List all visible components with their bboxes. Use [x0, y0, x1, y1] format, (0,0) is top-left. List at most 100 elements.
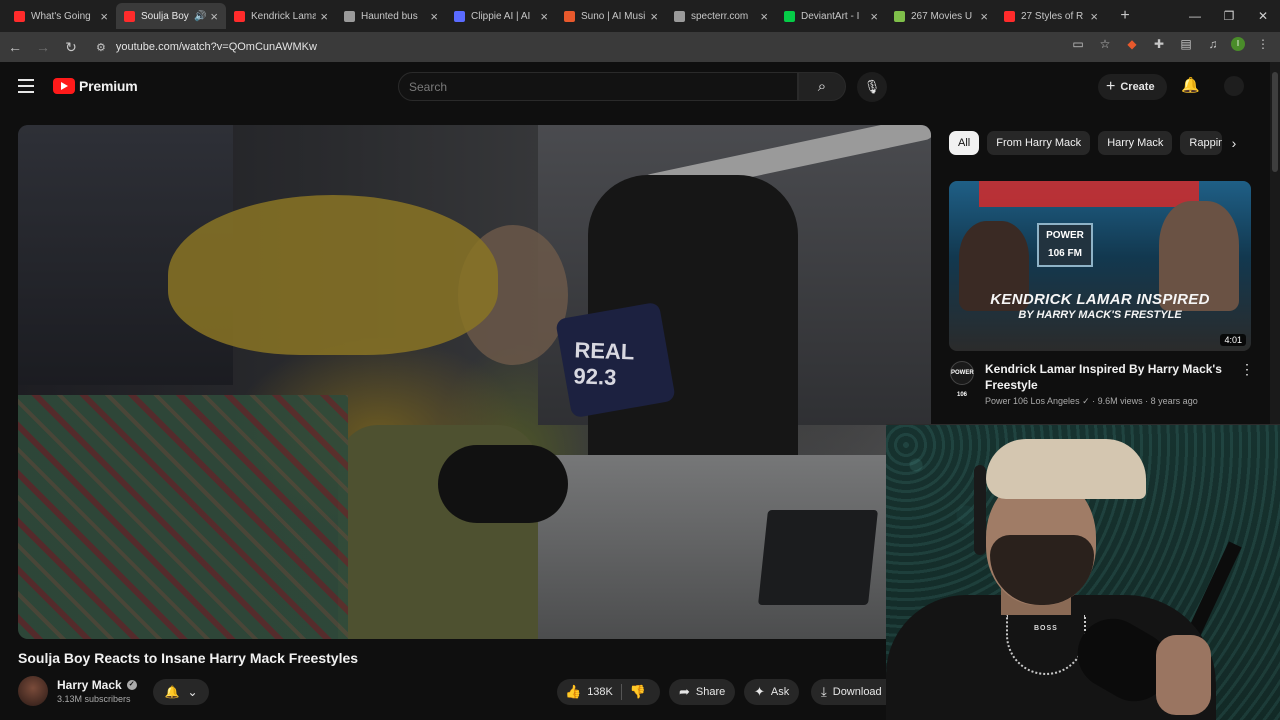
filter-chip[interactable]: Rappin: [1180, 131, 1223, 155]
cast-icon[interactable]: ▭: [1069, 37, 1087, 51]
media-controls-icon[interactable]: ♫: [1204, 37, 1222, 51]
minimize-icon[interactable]: —: [1178, 9, 1212, 23]
extensions-puzzle-icon[interactable]: ✚: [1150, 37, 1168, 51]
thumbs-down-icon: 👎: [629, 684, 647, 699]
url-text[interactable]: youtube.com/watch?v=QOmCunAWMKw: [116, 41, 317, 53]
browser-tab[interactable]: 27 Styles of R ×: [996, 3, 1106, 29]
share-button[interactable]: ➦ Share: [669, 679, 736, 705]
tab-favicon-icon: [454, 10, 465, 22]
like-button[interactable]: 👍 138K: [557, 679, 621, 705]
ask-button[interactable]: ✦ Ask: [744, 679, 800, 705]
filter-chip[interactable]: From Harry Mack: [987, 131, 1091, 155]
tab-close-icon[interactable]: ×: [760, 9, 768, 24]
tab-favicon-icon: [784, 10, 795, 22]
webcam-overlay: BOSS: [886, 424, 1280, 720]
tab-favicon-icon: [234, 10, 245, 22]
recommendation-channel-avatar[interactable]: POWER 106: [950, 361, 974, 398]
search-icon: ⌕: [817, 78, 827, 95]
tab-close-icon[interactable]: ×: [1090, 9, 1098, 24]
channel-name-row[interactable]: Harry Mack ✓: [57, 678, 137, 692]
profile-avatar[interactable]: I: [1231, 37, 1245, 51]
browser-tab[interactable]: Suno | AI Musi ×: [556, 3, 666, 29]
new-tab-button[interactable]: +: [1112, 7, 1138, 25]
recommendation-title[interactable]: Kendrick Lamar Inspired By Harry Mack's …: [985, 361, 1225, 393]
browser-menu-icon[interactable]: ⋮: [1254, 37, 1272, 51]
thumb-station-logo: POWER 106 FM: [1037, 223, 1093, 267]
account-avatar[interactable]: [1224, 76, 1244, 96]
browser-tab[interactable]: Clippie AI | AI ×: [446, 3, 556, 29]
webcam-headphones: [974, 465, 986, 555]
download-label: Download: [832, 686, 882, 698]
verified-check-icon: ✓: [126, 680, 137, 690]
share-arrow-icon: ➦: [679, 684, 690, 699]
tab-close-icon[interactable]: ×: [320, 9, 328, 24]
window-controls: — ❐ ✕: [1178, 0, 1280, 32]
filter-chip[interactable]: All: [949, 131, 980, 155]
recommendation-thumbnail[interactable]: POWER 106 FM KENDRICK LAMAR INSPIRED BY …: [949, 181, 1251, 351]
filter-chip[interactable]: Harry Mack: [1098, 131, 1173, 155]
hamburger-menu-icon[interactable]: [18, 79, 34, 93]
tab-close-icon[interactable]: ×: [650, 9, 658, 24]
bookmark-star-icon[interactable]: ☆: [1096, 37, 1114, 51]
tab-close-icon[interactable]: ×: [430, 9, 438, 24]
tab-favicon-icon: [344, 10, 355, 22]
recommendation-channel[interactable]: Power 106 Los Angeles: [985, 396, 1080, 406]
browser-tab[interactable]: specterr.com ×: [666, 3, 776, 29]
video-title: Soulja Boy Reacts to Insane Harry Mack F…: [18, 650, 359, 666]
tab-close-icon[interactable]: ×: [870, 9, 878, 24]
reload-icon[interactable]: ↻: [58, 39, 84, 56]
notifications-bell-icon[interactable]: 🔔: [1181, 76, 1200, 94]
like-count: 138K: [587, 686, 613, 698]
channel-name[interactable]: Harry Mack: [57, 678, 122, 692]
chevron-right-icon[interactable]: ›: [1222, 131, 1246, 155]
forward-icon[interactable]: →: [30, 39, 56, 55]
tab-close-icon[interactable]: ×: [980, 9, 988, 24]
download-button[interactable]: ⤓ Download: [811, 679, 886, 705]
thumb-caption-line-2: BY HARRY MACK'S FRESTYLE: [1018, 309, 1182, 321]
search-input[interactable]: [409, 79, 797, 94]
create-button[interactable]: + Create: [1098, 74, 1167, 100]
video-duration-badge: 4:01: [1220, 334, 1246, 346]
thumb-caption-line-1: KENDRICK LAMAR INSPIRED: [990, 291, 1210, 308]
browser-tab[interactable]: Kendrick Lama ×: [226, 3, 336, 29]
video-player[interactable]: REAL 92.3: [18, 125, 931, 639]
close-window-icon[interactable]: ✕: [1246, 9, 1280, 23]
voice-search-button[interactable]: 🎙: [857, 72, 887, 102]
bell-icon: 🔔: [164, 685, 180, 699]
address-bar-row: ← → ↻ ⚙ youtube.com/watch?v=QOmCunAWMKw …: [0, 32, 1280, 62]
download-icon: ⤓: [821, 684, 827, 699]
tab-title: Clippie AI | AI: [471, 10, 531, 22]
plus-icon: +: [1106, 78, 1116, 95]
restore-icon[interactable]: ❐: [1212, 9, 1246, 23]
chevron-down-icon: ⌄: [187, 685, 198, 699]
tab-title: Soulja Boy: [141, 10, 189, 22]
more-options-icon[interactable]: ⋮: [1240, 361, 1254, 378]
browser-tab[interactable]: 267 Movies U ×: [886, 3, 996, 29]
browser-tab[interactable]: DeviantArt - I ×: [776, 3, 886, 29]
browser-tab[interactable]: Haunted bus ×: [336, 3, 446, 29]
webcam-hand: [1156, 635, 1211, 715]
browser-tab[interactable]: Soulja Boy 🔊 ×: [116, 3, 226, 29]
youtube-logo[interactable]: Premium: [53, 78, 138, 94]
tab-favicon-icon: [14, 10, 25, 22]
scrollbar-thumb[interactable]: [1272, 72, 1278, 172]
tab-favicon-icon: [674, 10, 685, 22]
recommendation-views: 9.6M views: [1097, 396, 1143, 406]
tab-close-icon[interactable]: ×: [100, 9, 108, 24]
search-box[interactable]: [398, 72, 798, 101]
split-view-icon[interactable]: ▤: [1177, 37, 1195, 51]
site-info-icon[interactable]: ⚙: [96, 41, 106, 54]
tab-title: 27 Styles of R: [1021, 10, 1084, 22]
extension-red-icon[interactable]: ◆: [1123, 37, 1141, 51]
omnibox[interactable]: ⚙ youtube.com/watch?v=QOmCunAWMKw: [92, 36, 1080, 58]
back-icon[interactable]: ←: [2, 39, 28, 55]
dislike-button[interactable]: 👎: [622, 679, 654, 705]
tab-close-icon[interactable]: ×: [210, 9, 218, 24]
scene-station-sign: REAL 92.3: [555, 301, 676, 419]
tab-close-icon[interactable]: ×: [540, 9, 548, 24]
browser-tab[interactable]: What's Going ×: [6, 3, 116, 29]
subscription-notifications-button[interactable]: 🔔 ⌄: [153, 679, 209, 705]
search-button[interactable]: ⌕: [798, 72, 846, 101]
tab-audio-icon[interactable]: 🔊: [194, 11, 206, 22]
channel-avatar[interactable]: [18, 676, 48, 706]
